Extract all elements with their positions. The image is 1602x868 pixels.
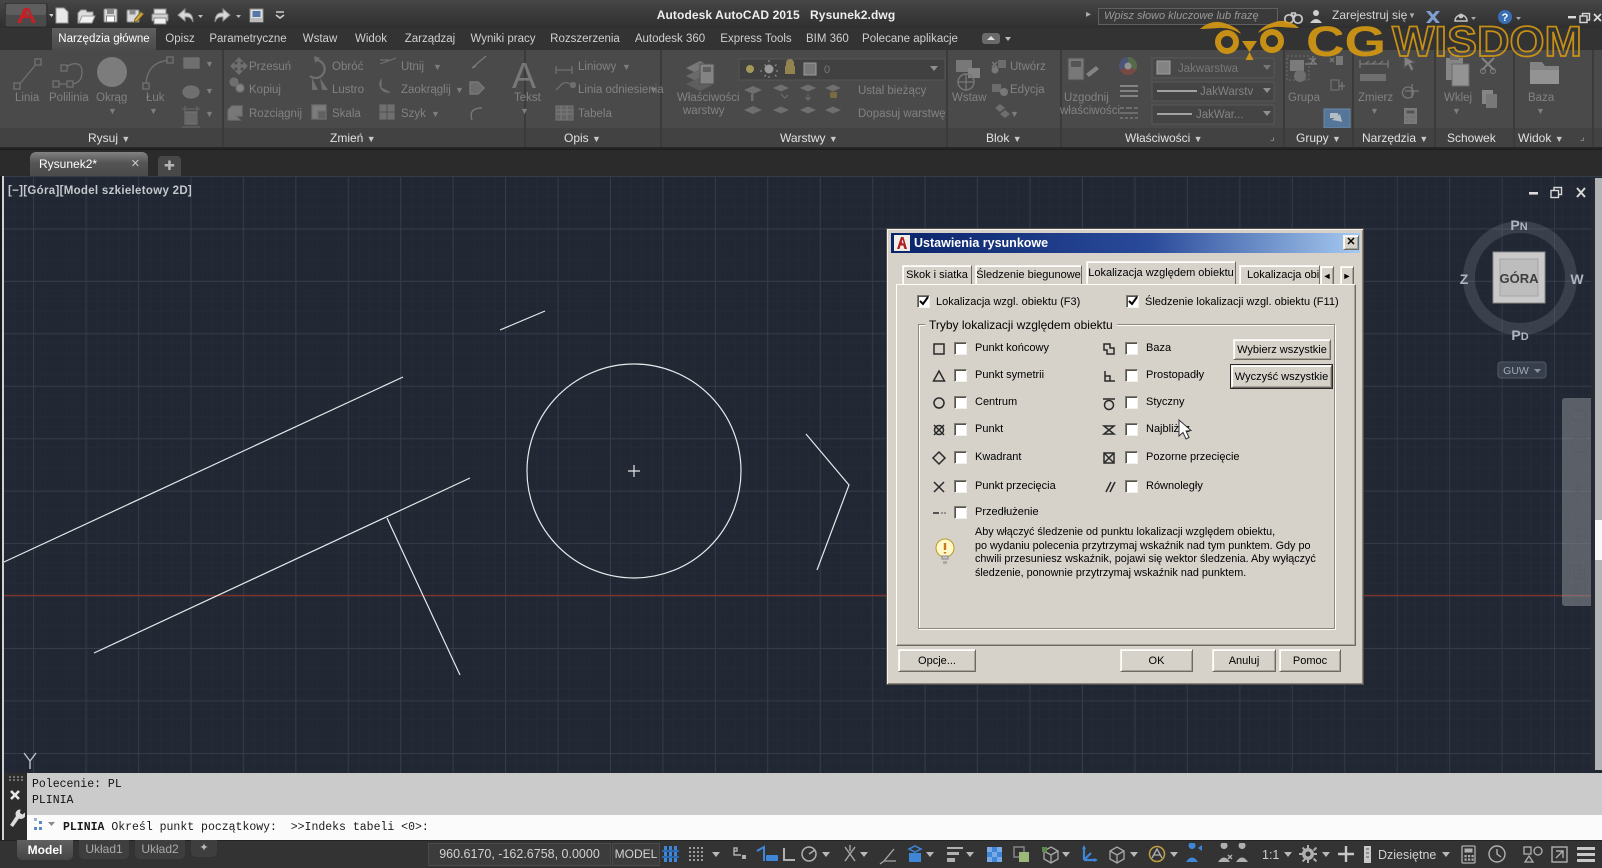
svg-text:PN: PN	[1510, 217, 1527, 233]
svg-text:JakWar...: JakWar...	[1196, 109, 1244, 121]
svg-text:0: 0	[824, 64, 830, 76]
svg-text:A: A	[512, 55, 536, 96]
svg-text:Jakwarstwa: Jakwarstwa	[1178, 63, 1239, 75]
svg-text:GUW: GUW	[1503, 365, 1529, 377]
svg-text:Dziesiętne: Dziesiętne	[1378, 848, 1436, 862]
svg-text:JakWarstv: JakWarstv	[1200, 86, 1253, 98]
svg-text:1:1: 1:1	[1262, 848, 1279, 862]
svg-text:?: ?	[1502, 12, 1509, 24]
svg-text:W: W	[1570, 271, 1584, 287]
svg-text:GÓRA: GÓRA	[1500, 271, 1540, 286]
svg-text:Z: Z	[1460, 271, 1469, 287]
